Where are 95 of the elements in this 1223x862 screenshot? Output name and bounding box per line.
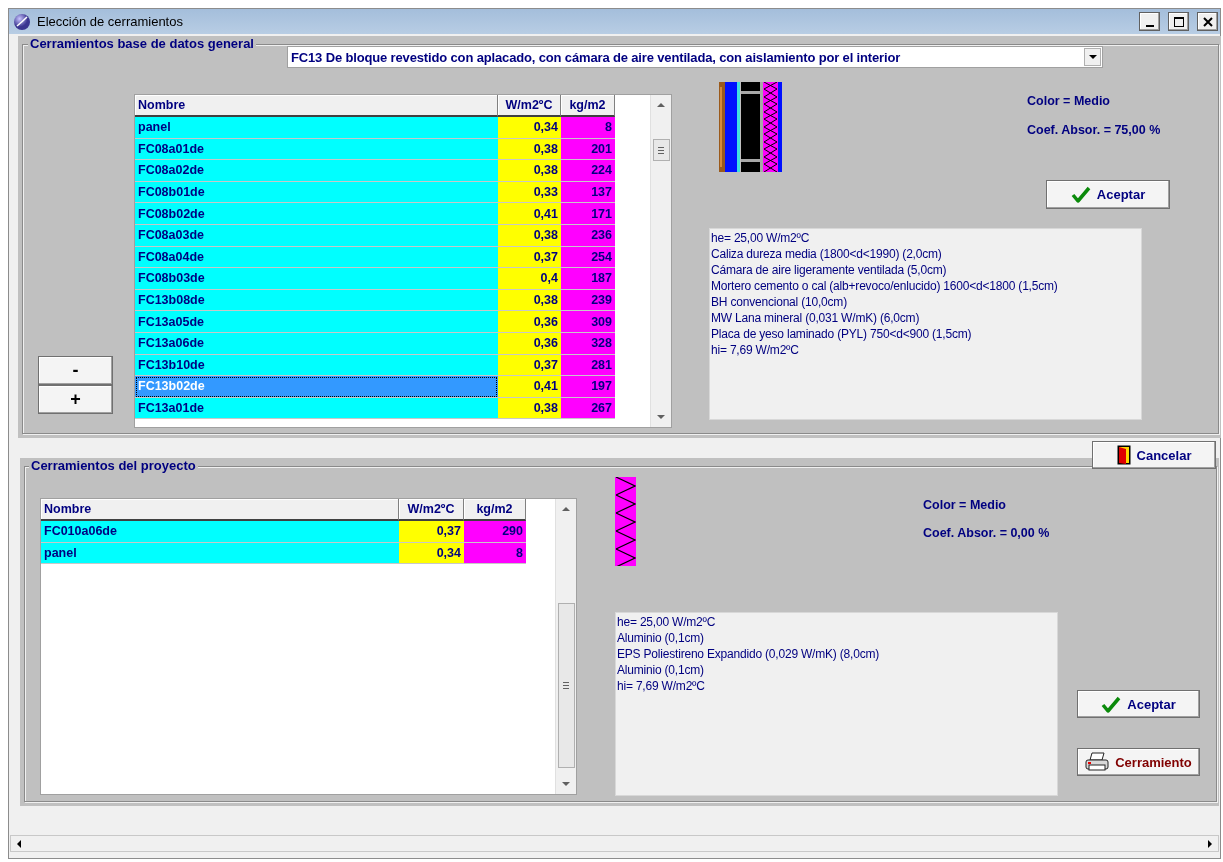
minimize-button[interactable]: [1139, 12, 1160, 31]
door-icon: [1116, 445, 1131, 465]
info-line: he= 25,00 W/m2ºC: [617, 614, 717, 630]
info-line: MW Lana mineral (0,031 W/mK) (6,0cm): [711, 310, 921, 326]
remove-button[interactable]: -: [38, 356, 113, 385]
table-cell: 239: [561, 289, 615, 312]
info-line: Placa de yeso laminado (PYL) 750<d<900 (1,5cm): [711, 326, 973, 342]
caret-icon: [1088, 54, 1097, 60]
info-line: Aluminio (0,1cm): [617, 662, 705, 678]
table-cell[interactable]: panel: [135, 117, 498, 139]
column-header[interactable]: Nombre: [41, 499, 399, 521]
column-header[interactable]: W/m2ºC: [498, 95, 561, 117]
table-cell[interactable]: FC08a01de: [135, 138, 498, 161]
table-cell: 187: [561, 268, 615, 290]
info-line: hi= 7,69 W/m2ºC: [617, 678, 706, 694]
table-cell: 0,33: [498, 181, 561, 204]
table-cell[interactable]: FC08b01de: [135, 181, 498, 204]
close-icon: [1202, 16, 1213, 27]
accept-button[interactable]: Aceptar: [1046, 180, 1170, 209]
table-cell: 0,36: [498, 332, 561, 355]
check-icon: [1101, 695, 1122, 713]
table-cell: 197: [561, 376, 615, 398]
info-line: he= 25,00 W/m2ºC: [711, 230, 811, 246]
minimize-icon: [1145, 24, 1154, 27]
table-cell: 290: [464, 521, 526, 543]
check-icon: [1070, 186, 1091, 203]
table-cell[interactable]: FC08b03de: [135, 268, 498, 290]
table-cell[interactable]: FC13b10de: [135, 354, 498, 377]
table-cell: 0,38: [498, 160, 561, 182]
table-cell: 137: [561, 181, 615, 204]
window-title: Elección de cerramientos: [37, 14, 183, 29]
table-cell[interactable]: FC08a02de: [135, 160, 498, 182]
vertical-scrollbar[interactable]: [650, 95, 671, 427]
close-button[interactable]: [1197, 12, 1218, 31]
group-title: Cerramientos del proyecto: [29, 458, 198, 474]
table-cell[interactable]: FC13a05de: [135, 311, 498, 333]
table-cell: 0,41: [498, 203, 561, 225]
column-header[interactable]: Nombre: [135, 95, 498, 117]
info-line: Aluminio (0,1cm): [617, 630, 705, 646]
table-cell: 224: [561, 160, 615, 182]
table-cell[interactable]: FC13b08de: [135, 289, 498, 312]
table-cell: 0,38: [498, 397, 561, 420]
color-label: Color = Medio: [1027, 93, 1111, 109]
table-cell[interactable]: FC08b02de: [135, 203, 498, 225]
table-cell: 8: [464, 542, 526, 565]
horizontal-scrollbar[interactable]: [10, 835, 1219, 852]
info-line: Caliza dureza media (1800<d<1990) (2,0cm): [711, 246, 943, 262]
absorption-label: Coef. Absor. = 75,00 %: [1027, 122, 1161, 138]
add-button[interactable]: +: [38, 385, 113, 414]
info-line: Cámara de aire ligeramente ventilada (5,0cm): [711, 262, 948, 278]
table-cell: 0,38: [498, 224, 561, 247]
group-title: Cerramientos base de datos general: [28, 36, 256, 52]
maximize-icon: [1173, 16, 1184, 27]
table-cell: 0,37: [498, 246, 561, 269]
table-cell[interactable]: panel: [41, 542, 399, 565]
table-cell[interactable]: FC13a06de: [135, 332, 498, 355]
table-cell: 0,34: [498, 117, 561, 139]
color-label: Color = Medio: [923, 497, 1007, 513]
column-header[interactable]: kg/m2: [464, 499, 526, 521]
table-cell[interactable]: FC08a03de: [135, 224, 498, 247]
table-cell: 0,34: [399, 542, 464, 565]
wall-type-dropdown[interactable]: FC13 De bloque revestido con aplacado, con cámara de aire ventilada, con aislamiento por el interior: [287, 46, 1103, 68]
column-header[interactable]: W/m2ºC: [399, 499, 464, 521]
table-cell: 281: [561, 354, 615, 377]
table-cell[interactable]: FC08a04de: [135, 246, 498, 269]
info-line: Mortero cemento o cal (alb+revoco/enlucido) 1600<d<1800 (1,5cm): [711, 278, 1059, 294]
info-line: hi= 7,69 W/m2ºC: [711, 342, 800, 358]
table-cell: 0,38: [498, 138, 561, 161]
app-icon: [13, 12, 31, 31]
print-button[interactable]: Cerramiento: [1077, 748, 1200, 776]
vertical-scrollbar[interactable]: [555, 499, 576, 794]
printer-icon: [1085, 752, 1110, 772]
table-cell: 309: [561, 311, 615, 333]
table-cell[interactable]: FC010a06de: [41, 521, 399, 543]
absorption-label: Coef. Absor. = 0,00 %: [923, 525, 1050, 541]
maximize-button[interactable]: [1168, 12, 1189, 31]
table-cell: 267: [561, 397, 615, 420]
table-cell: 0,38: [498, 289, 561, 312]
info-line: EPS Poliestireno Expandido (0,029 W/mK) (8,0cm): [617, 646, 881, 662]
table-cell: 0,4: [498, 268, 561, 290]
info-line: BH convencional (10,0cm): [711, 294, 848, 310]
table-cell: 254: [561, 246, 615, 269]
table-cell[interactable]: FC13a01de: [135, 397, 498, 420]
table-cell: 328: [561, 332, 615, 355]
table-cell: 0,36: [498, 311, 561, 333]
table-cell: 0,37: [399, 521, 464, 543]
table-cell: 171: [561, 203, 615, 225]
table-cell: 0,37: [498, 354, 561, 377]
table-cell: 0,41: [498, 376, 561, 398]
table-cell: 8: [561, 117, 615, 139]
table-cell: 201: [561, 138, 615, 161]
accept-button[interactable]: Aceptar: [1077, 690, 1200, 718]
table-cell: 236: [561, 224, 615, 247]
column-header[interactable]: kg/m2: [561, 95, 615, 117]
cancel-button[interactable]: Cancelar: [1092, 441, 1216, 469]
